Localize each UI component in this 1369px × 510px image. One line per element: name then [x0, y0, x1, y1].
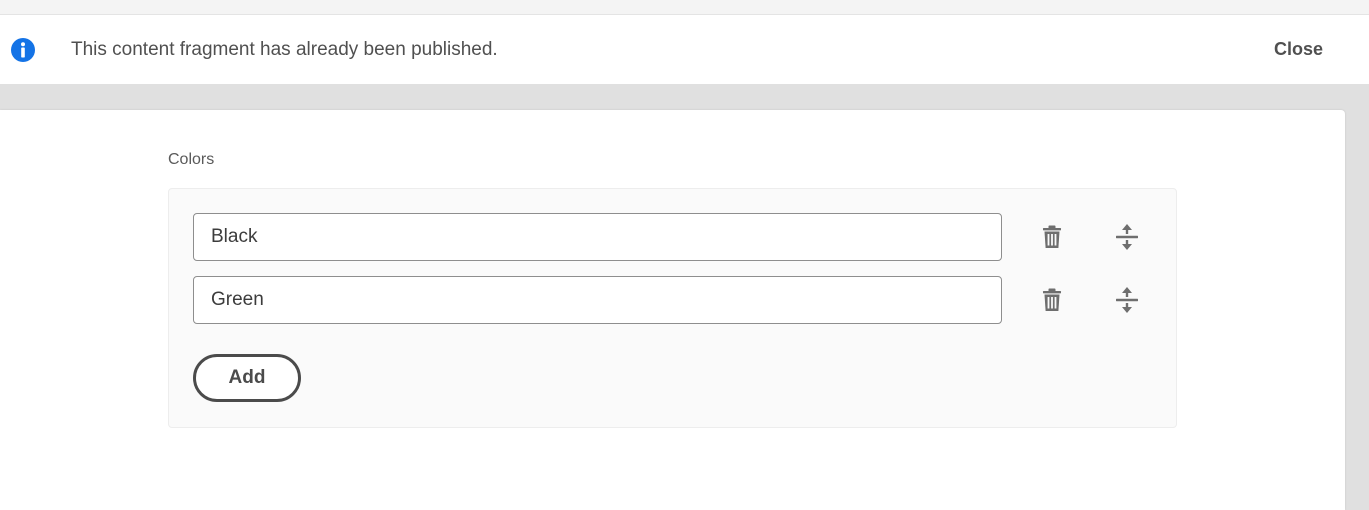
- drag-reorder-icon[interactable]: [1113, 286, 1141, 314]
- multifield-container: Black Green Add: [168, 188, 1177, 428]
- list-item: Green: [169, 276, 1176, 324]
- color-input[interactable]: Green: [193, 276, 1002, 324]
- content-panel: Colors Black Green Add: [0, 110, 1345, 510]
- drag-reorder-icon[interactable]: [1113, 223, 1141, 251]
- list-item: Black: [169, 213, 1176, 261]
- notification-bar: This content fragment has already been p…: [0, 15, 1369, 84]
- info-icon: [11, 38, 35, 62]
- trash-icon[interactable]: [1038, 223, 1066, 251]
- close-button[interactable]: Close: [1274, 37, 1323, 61]
- color-input[interactable]: Black: [193, 213, 1002, 261]
- field-label: Colors: [168, 151, 215, 168]
- notification-message: This content fragment has already been p…: [71, 39, 498, 60]
- trash-icon[interactable]: [1038, 286, 1066, 314]
- top-strip: [0, 0, 1369, 15]
- add-button[interactable]: Add: [193, 354, 301, 402]
